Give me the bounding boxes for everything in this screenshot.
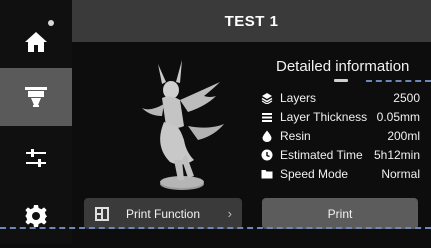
print-function-button[interactable]: Print Function › [84,198,242,229]
notification-dot [48,20,54,26]
resin-drop-icon [260,129,274,143]
info-row-estimated-time: Estimated Time 5h12min [260,146,420,164]
layers-label: Layers [280,91,317,105]
info-row-layer-thickness: Layer Thickness 0.05mm [260,108,420,126]
title-underline [334,79,348,82]
controls-button[interactable] [0,126,72,190]
sliders-icon [26,149,46,167]
layers-icon [260,91,274,105]
gear-icon [25,205,47,227]
model-preview [142,60,224,190]
system-settings-button[interactable] [0,184,72,248]
estimated-time-label: Estimated Time [280,148,363,162]
info-row-resin: Resin 200ml [260,127,420,145]
speed-mode-value: Normal [381,167,420,181]
folder-icon [260,167,274,181]
clock-icon [260,148,274,162]
resin-value: 200ml [387,129,420,143]
resin-label: Resin [280,129,311,143]
print-function-label: Print Function [126,206,201,221]
thickness-icon [260,110,274,124]
speed-mode-label: Speed Mode [280,167,349,181]
layer-thickness-value: 0.05mm [376,110,420,124]
layer-thickness-label: Layer Thickness [280,110,368,124]
print-button-label: Print [327,206,353,221]
home-button[interactable] [0,10,72,74]
info-row-speed-mode: Speed Mode Normal [260,165,420,183]
chevron-right-icon: › [227,206,232,221]
print-files-button[interactable] [0,68,72,126]
info-row-layers: Layers 2500 [260,89,420,107]
file-title: TEST 1 [224,12,279,30]
home-icon [25,32,47,52]
title-bar: TEST 1 [72,0,431,42]
dashed-guide [366,80,431,82]
resin-printer-icon [25,87,47,107]
dashed-guide-bottom [0,227,431,229]
main-panel: TEST 1 Detailed information Layers 2500 … [72,0,431,244]
grid-layout-icon [95,206,109,221]
print-button[interactable]: Print [262,198,418,229]
layers-value: 2500 [393,91,420,105]
sidebar [0,0,72,244]
estimated-time-value: 5h12min [373,148,420,162]
detailed-info-title: Detailed information [276,58,410,75]
